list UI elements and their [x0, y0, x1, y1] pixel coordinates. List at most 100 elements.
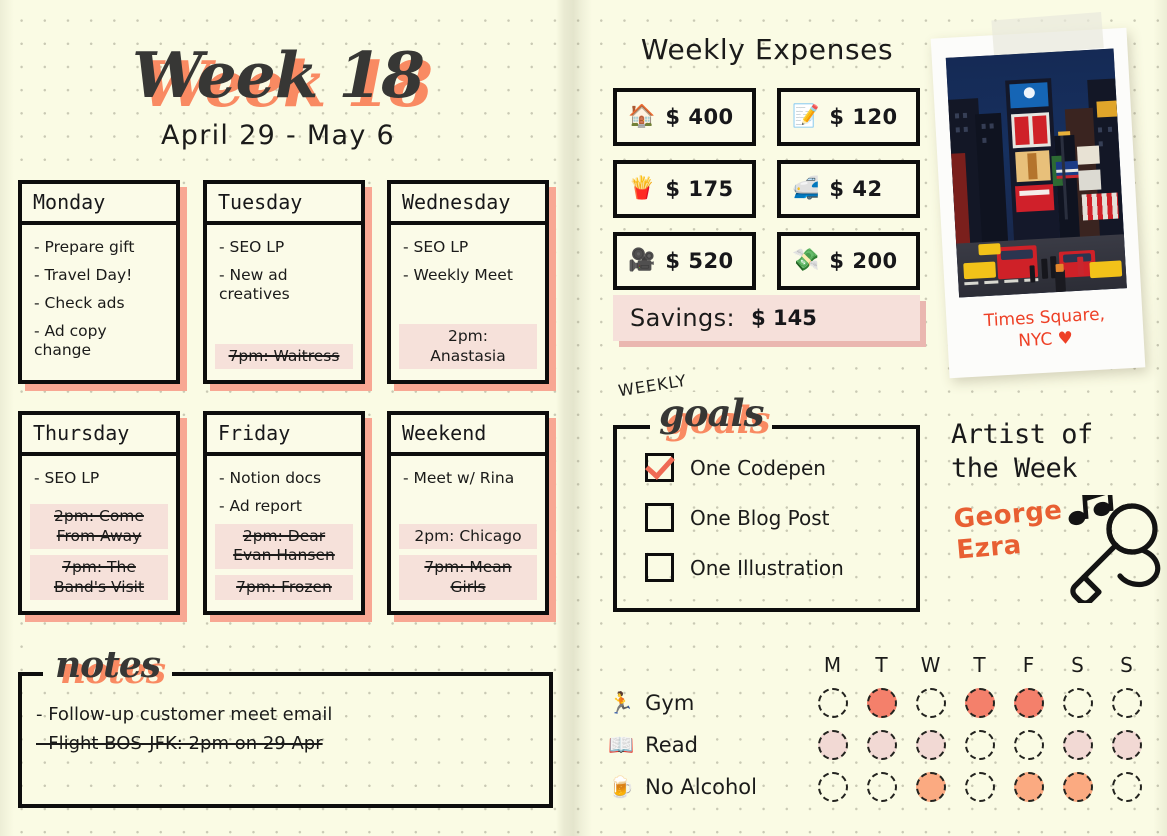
tracker-cell[interactable]: [1004, 730, 1053, 760]
tracker-cell[interactable]: [955, 772, 1004, 802]
day-task[interactable]: - SEO LP: [401, 238, 535, 257]
tracker-dot[interactable]: [1062, 688, 1093, 718]
tracker-cell[interactable]: [1004, 688, 1053, 718]
tracker-dot[interactable]: [915, 730, 946, 760]
tracker-dot[interactable]: [1062, 730, 1093, 760]
tracker-dot[interactable]: [1013, 772, 1044, 802]
day-card-monday[interactable]: Monday - Prepare gift - Travel Day! - Chec…: [18, 180, 180, 384]
day-card-wednesday[interactable]: Wednesday - SEO LP - Weekly Meet 2pm: Anas…: [387, 180, 549, 384]
day-event[interactable]: 2pm: Come From Away: [30, 504, 168, 549]
notes-box[interactable]: - Follow-up customer meet email - Flight …: [18, 672, 553, 808]
tracker-dot[interactable]: [1062, 772, 1093, 802]
day-event[interactable]: 2pm: Chicago: [399, 523, 537, 549]
tracker-dot[interactable]: [866, 688, 897, 718]
tracker-cell[interactable]: [955, 688, 1004, 718]
tracker-day-label: F: [1022, 653, 1035, 677]
tracker-dot[interactable]: [1111, 772, 1142, 802]
day-task[interactable]: - SEO LP: [217, 238, 351, 257]
tracker-dot[interactable]: [1013, 730, 1044, 760]
tracker-dot[interactable]: [964, 730, 995, 760]
goal-row[interactable]: One Blog Post: [645, 503, 916, 532]
tracker-dot[interactable]: [1111, 688, 1142, 718]
day-event[interactable]: 7pm: The Band's Visit: [30, 555, 168, 600]
notes-list: - Follow-up customer meet email - Flight …: [22, 676, 549, 756]
tracker-dot[interactable]: [817, 688, 848, 718]
tracker-day-label: S: [1120, 653, 1133, 677]
tracker-dot[interactable]: [866, 772, 897, 802]
tracker-cell[interactable]: [906, 730, 955, 760]
goal-checkbox[interactable]: [645, 503, 674, 532]
day-events: 2pm: Anastasia: [399, 318, 537, 369]
tracker-dot[interactable]: [915, 688, 946, 718]
tracker-cell[interactable]: [906, 688, 955, 718]
goal-checkbox[interactable]: [645, 453, 674, 482]
day-body: - Prepare gift - Travel Day! - Check ads - …: [22, 225, 176, 377]
tracker-cell[interactable]: [1102, 730, 1151, 760]
day-event[interactable]: 7pm: Frozen: [215, 574, 353, 600]
expense-item[interactable]: 🍟 $ 175: [613, 160, 756, 218]
tracker-dot[interactable]: [1013, 688, 1044, 718]
tracker-cell[interactable]: [1053, 772, 1102, 802]
goal-checkbox[interactable]: [645, 553, 674, 582]
day-task[interactable]: - Notion docs: [217, 469, 351, 488]
expense-item[interactable]: 🎥 $ 520: [613, 232, 756, 290]
day-card-weekend[interactable]: Weekend - Meet w/ Rina 2pm: Chicago 7pm: …: [387, 411, 549, 615]
tracker-cell[interactable]: [1053, 730, 1102, 760]
tracker-habit-label: Read: [645, 733, 698, 757]
tracker-cell[interactable]: [955, 730, 1004, 760]
day-task[interactable]: - Weekly Meet: [401, 266, 535, 285]
goal-row[interactable]: One Codepen: [645, 453, 916, 482]
tracker-cell[interactable]: [1102, 772, 1151, 802]
tracker-cell[interactable]: [857, 772, 906, 802]
tracker-dot[interactable]: [817, 772, 848, 802]
day-task[interactable]: - New ad creatives: [217, 266, 351, 304]
day-card-friday[interactable]: Friday - Notion docs - Ad report 2pm: Dea…: [203, 411, 365, 615]
day-event[interactable]: 2pm: Anastasia: [399, 324, 537, 369]
day-body: - Notion docs - Ad report 2pm: Dear Evan H…: [207, 456, 361, 608]
note-line[interactable]: - Follow-up customer meet email: [36, 702, 549, 727]
goal-row[interactable]: One Illustration: [645, 553, 916, 582]
tracker-cell[interactable]: [1004, 772, 1053, 802]
expense-item[interactable]: 📝 $ 120: [777, 88, 920, 146]
expense-item[interactable]: 💸 $ 200: [777, 232, 920, 290]
day-card-tuesday[interactable]: Tuesday - SEO LP - New ad creatives 7pm: W…: [203, 180, 365, 384]
day-task[interactable]: - Ad report: [217, 497, 351, 516]
tracker-dot[interactable]: [1111, 730, 1142, 760]
day-event[interactable]: 7pm: Mean Girls: [399, 555, 537, 600]
goals-title: goals: [650, 392, 773, 434]
day-task[interactable]: - SEO LP: [32, 469, 166, 488]
day-event[interactable]: 2pm: Dear Evan Hansen: [215, 523, 353, 569]
tracker-cell[interactable]: [808, 688, 857, 718]
expense-item[interactable]: 🚅 $ 42: [777, 160, 920, 218]
tracker-cell[interactable]: [1053, 688, 1102, 718]
page-title: Week 18: [131, 38, 425, 112]
tracker-cell[interactable]: [857, 688, 906, 718]
day-task[interactable]: - Prepare gift: [32, 238, 166, 257]
tracker-cell[interactable]: [1102, 688, 1151, 718]
tracker-cell[interactable]: [906, 772, 955, 802]
tracker-dot[interactable]: [817, 730, 848, 760]
tracker-dot[interactable]: [964, 772, 995, 802]
goal-label: One Blog Post: [690, 505, 830, 530]
tracker-dot[interactable]: [866, 730, 897, 760]
polaroid-photo-card[interactable]: Times Square, NYC ♥: [930, 12, 1146, 379]
note-line[interactable]: - Flight BOS-JFK: 2pm on 29 Apr: [36, 731, 549, 756]
day-event[interactable]: 7pm: Waitress: [215, 343, 353, 369]
day-task[interactable]: - Ad copy change: [32, 322, 166, 360]
tracker-day-label: T: [875, 653, 888, 677]
runner-icon: 🏃: [608, 690, 635, 715]
tracker-cell[interactable]: [857, 730, 906, 760]
tracker-dot[interactable]: [964, 688, 995, 718]
day-task[interactable]: - Meet w/ Rina: [401, 469, 535, 488]
day-task[interactable]: - Check ads: [32, 294, 166, 313]
day-card-thursday[interactable]: Thursday - SEO LP 2pm: Come From Away 7pm:…: [18, 411, 180, 615]
day-body: - SEO LP - New ad creatives 7pm: Waitress: [207, 225, 361, 377]
tracker-dot[interactable]: [915, 772, 946, 802]
artist-name: George Ezra: [953, 495, 1067, 566]
expense-item[interactable]: 🏠 $ 400: [613, 88, 756, 146]
tracker-cell[interactable]: [808, 772, 857, 802]
tracker-cell[interactable]: [808, 730, 857, 760]
beer-icon: 🍺: [608, 774, 635, 799]
open-book-icon: 📖: [608, 732, 635, 757]
day-task[interactable]: - Travel Day!: [32, 266, 166, 285]
